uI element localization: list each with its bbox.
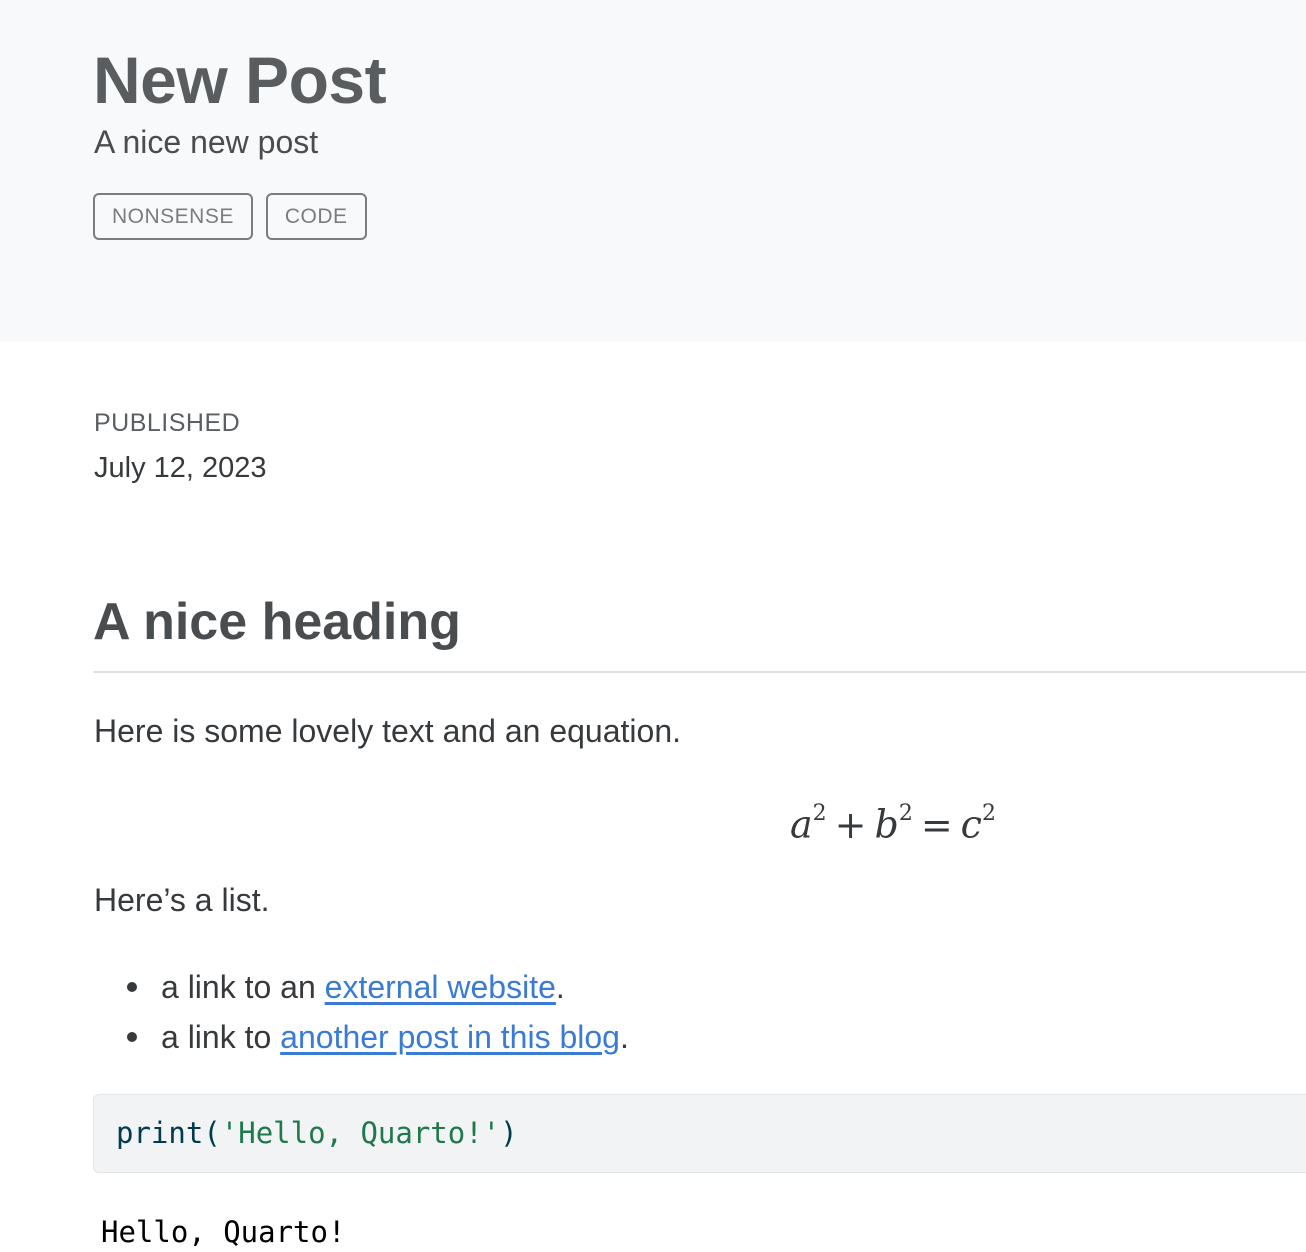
heading-divider [93,671,1306,673]
category-tag-code[interactable]: CODE [265,193,367,240]
equation-exponent: 2 [812,801,827,826]
equation-var-b: b [874,802,899,847]
page-title: New Post [93,43,387,117]
section-heading: A nice heading [93,593,461,651]
internal-post-link[interactable]: another post in this blog [280,1019,620,1055]
equation-var-c: c [960,802,982,847]
external-website-link[interactable]: external website [325,969,556,1005]
equation-var-a: a [790,802,813,847]
display-equation: a2 + b2 = c2 [790,790,996,853]
equation-equals: = [920,802,953,847]
category-tag-nonsense[interactable]: NONSENSE [93,193,253,240]
link-list: a link to an external website. a link to… [94,962,629,1062]
list-item: a link to an external website. [94,962,629,1012]
list-intro-paragraph: Here’s a list. [94,882,270,918]
code-function: print [116,1116,204,1150]
code-string: 'Hello, Quarto!' [220,1116,501,1150]
list-item-suffix: . [555,969,565,1005]
bullet-icon [127,1032,137,1042]
bullet-icon [127,982,137,992]
list-item-prefix: a link to an [161,969,325,1005]
code-close-paren: ) [500,1116,518,1150]
published-date: July 12, 2023 [94,452,267,484]
equation-plus: + [834,802,867,847]
code-output: Hello, Quarto! [101,1215,346,1249]
category-list: NONSENSE CODE [93,193,367,240]
list-item-prefix: a link to [161,1019,281,1055]
page-subtitle: A nice new post [94,124,319,160]
code-open-paren: ( [203,1116,221,1150]
equation-exponent: 2 [981,801,996,826]
equation-exponent: 2 [898,801,913,826]
intro-paragraph: Here is some lovely text and an equation… [94,713,681,749]
list-item-suffix: . [619,1019,629,1055]
code-block[interactable]: print('Hello, Quarto!') [93,1094,1306,1173]
published-label: PUBLISHED [94,409,241,437]
list-item: a link to another post in this blog. [94,1012,629,1062]
